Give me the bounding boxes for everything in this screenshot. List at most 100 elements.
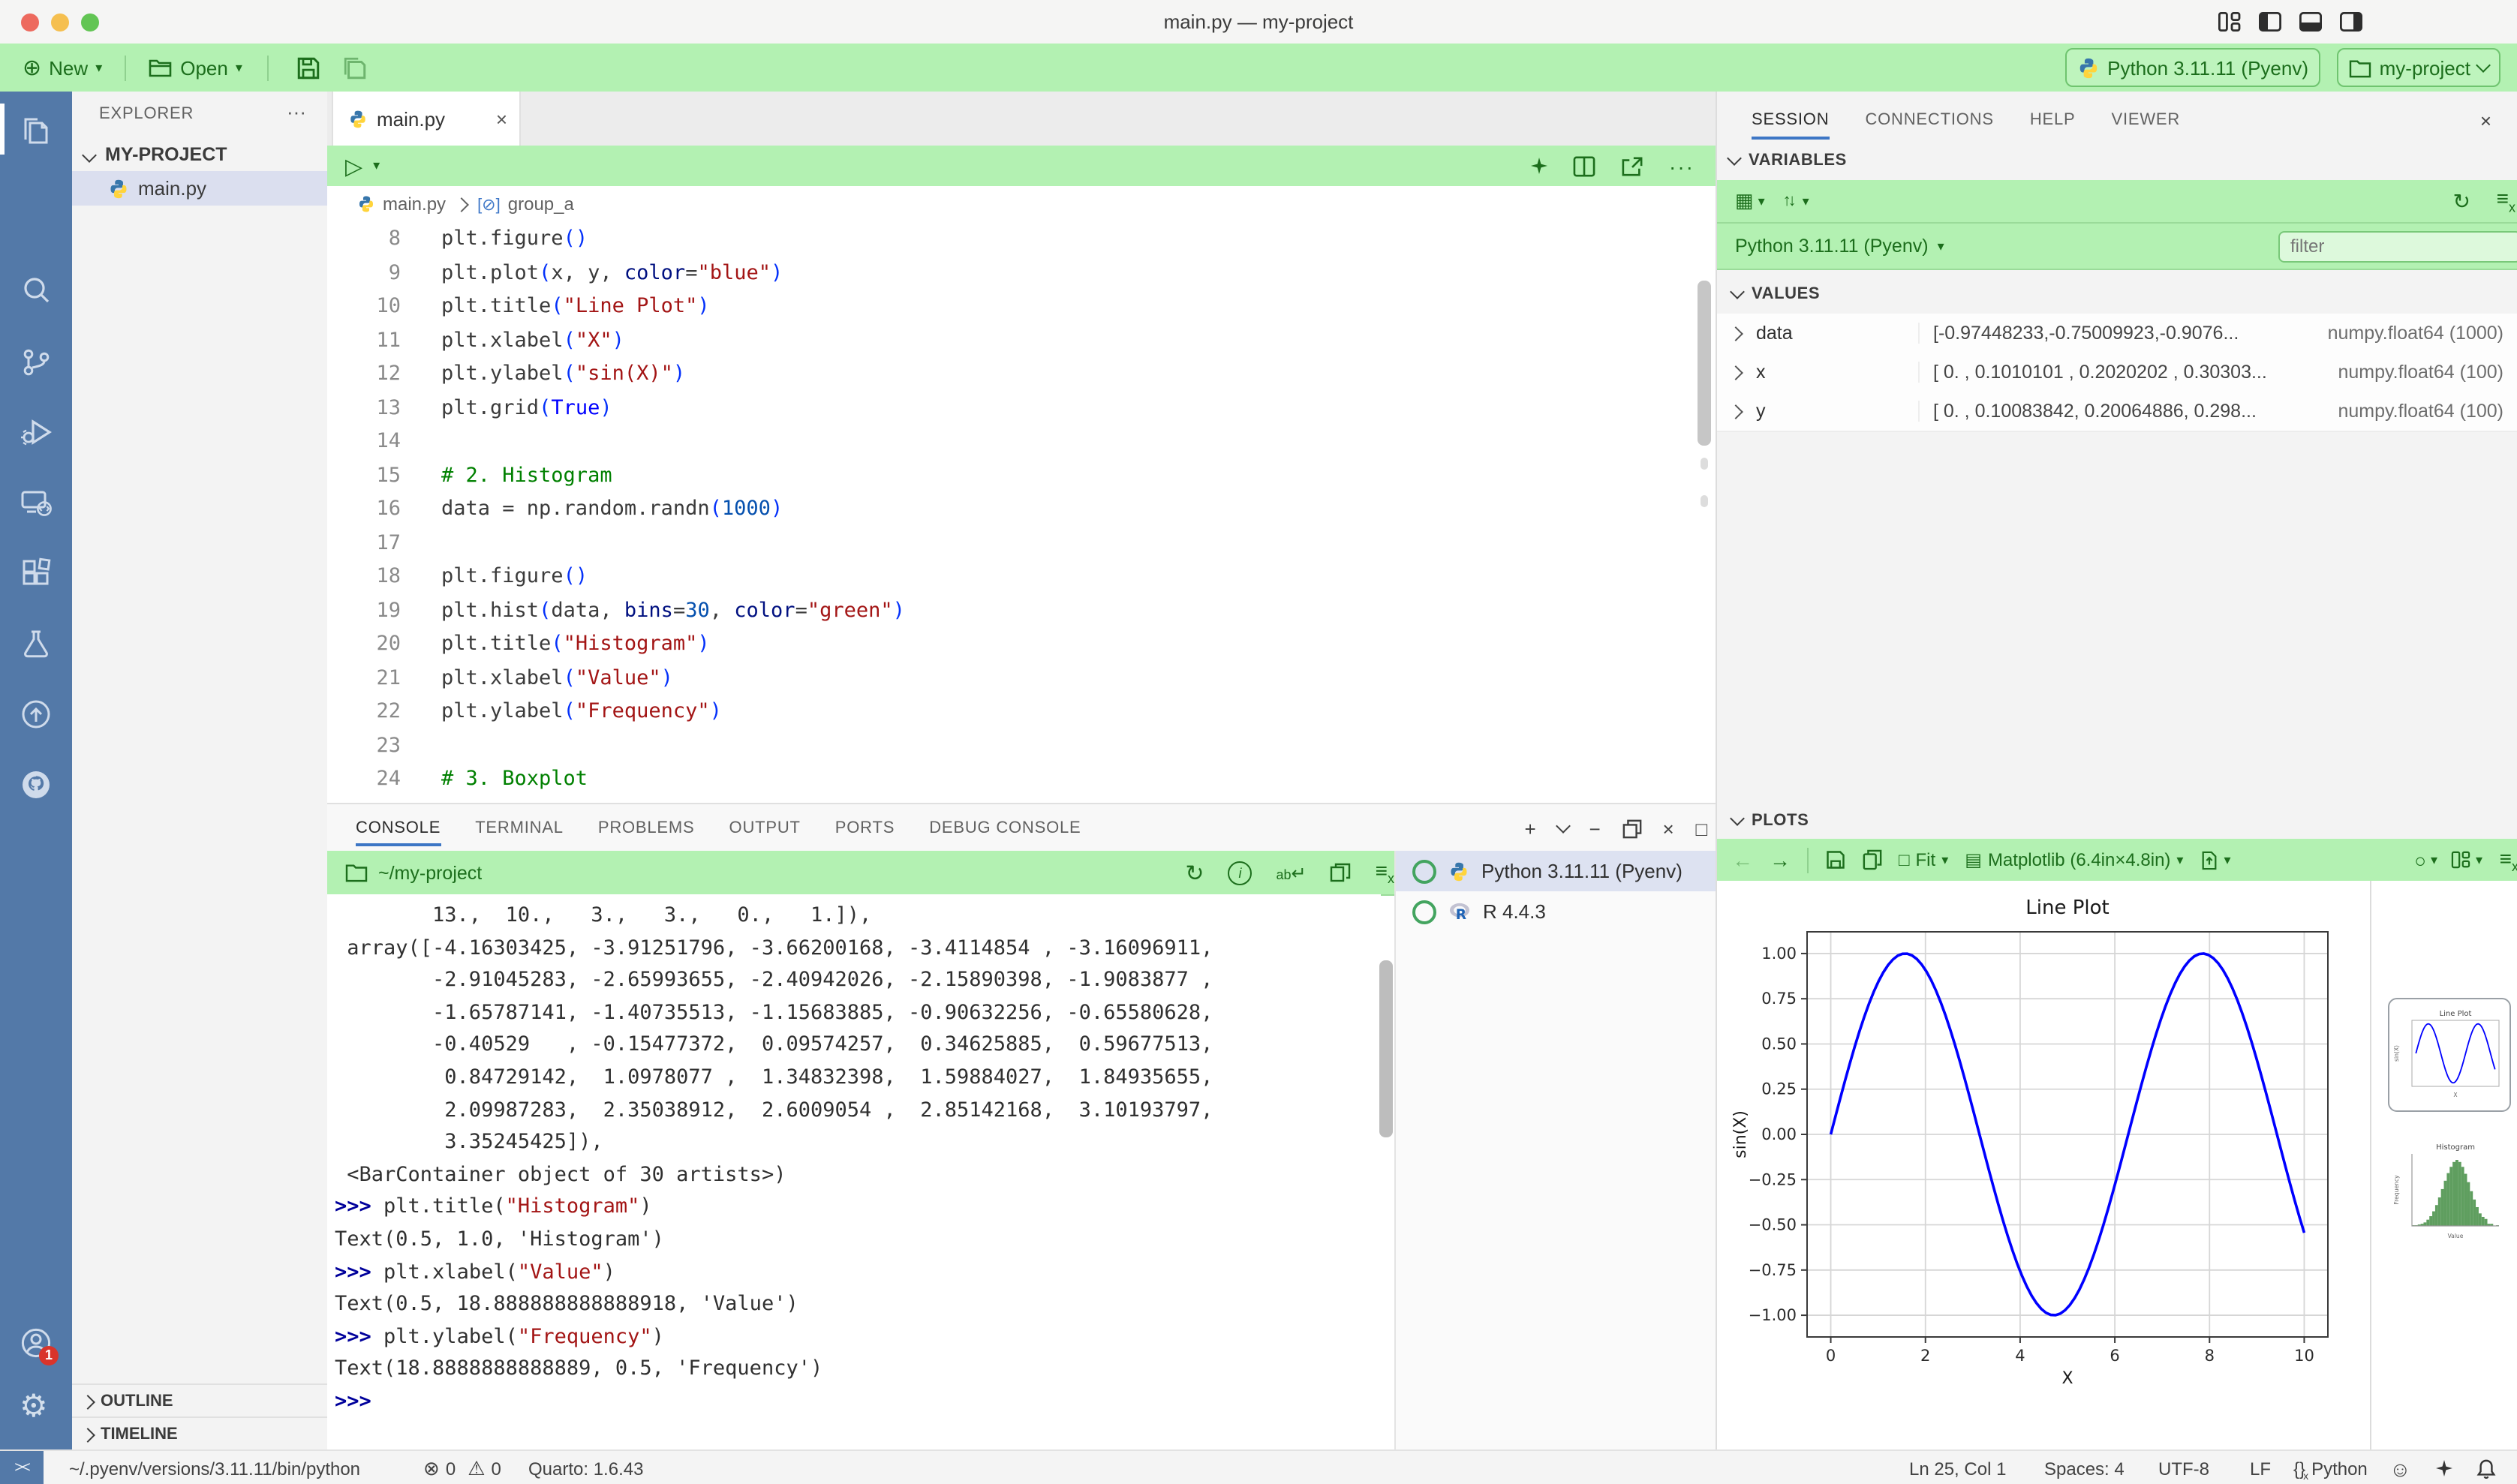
tab-help[interactable]: HELP (2030, 92, 2076, 149)
session-item-python[interactable]: Python 3.11.11 (Pyenv) (1396, 851, 1717, 891)
tab-main-py[interactable]: main.py × (332, 92, 521, 146)
editor-scrollbar[interactable] (1698, 281, 1711, 446)
clear-console-icon[interactable]: ≡x (1376, 858, 1394, 886)
github-icon[interactable] (20, 768, 53, 801)
testing-icon[interactable] (20, 627, 53, 660)
filter-input[interactable] (2278, 230, 2517, 262)
explorer-more-icon[interactable]: ··· (287, 101, 306, 123)
toggle-primary-sidebar-icon[interactable] (2259, 12, 2281, 32)
tab-session[interactable]: SESSION (1752, 92, 1829, 149)
sidebar-project-root[interactable]: MY-PROJECT (72, 138, 333, 171)
code-line[interactable]: 21plt.xlabel("Value") (327, 661, 1716, 695)
console-output[interactable]: 13., 10., 3., 3., 0., 1.]), array([-4.16… (327, 894, 1381, 1455)
code-editor[interactable]: 8plt.figure()9plt.plot(x, y, color="blue… (327, 222, 1716, 803)
interpreter-button[interactable]: Python 3.11.11 (Pyenv) (2065, 48, 2320, 87)
export-plot-button[interactable]: ▾ (2200, 850, 2230, 870)
explorer-icon[interactable] (20, 116, 53, 149)
next-plot-icon[interactable]: → (1770, 848, 1791, 872)
breadcrumb-file[interactable]: main.py (383, 194, 446, 215)
refresh-variables-icon[interactable]: ↻ (2453, 188, 2470, 214)
new-session-icon[interactable]: + (1524, 817, 1536, 840)
run-dropdown-icon[interactable]: ▾ (373, 158, 380, 174)
save-icon[interactable] (296, 55, 322, 80)
code-line[interactable]: 24# 3. Boxplot (327, 762, 1716, 796)
plot-thumbnail-line[interactable]: Line PlotXsin(X) (2388, 998, 2511, 1112)
close-side-panel-icon[interactable]: × (2480, 92, 2491, 149)
previous-plot-icon[interactable]: ← (1732, 848, 1753, 872)
code-line[interactable]: 17 (327, 526, 1716, 560)
publish-icon[interactable] (20, 698, 53, 731)
duplicate-console-icon[interactable] (1331, 863, 1352, 882)
status-cursor-position[interactable]: Ln 25, Col 1 (1909, 1451, 2006, 1484)
variables-section-header[interactable]: VARIABLES (1729, 152, 1847, 170)
runtime-selector[interactable]: Python 3.11.11 (Pyenv) (1735, 236, 1929, 257)
split-editor-icon[interactable] (1573, 155, 1595, 176)
status-eol[interactable]: LF (2250, 1451, 2271, 1484)
code-line[interactable]: 9plt.plot(x, y, color="blue") (327, 256, 1716, 290)
save-plot-icon[interactable] (1825, 849, 1846, 870)
code-line[interactable]: 15# 2. Histogram (327, 458, 1716, 492)
plot-thumbnail-histogram[interactable]: HistogramValueFrequency (2391, 1139, 2508, 1244)
tab-debug-console[interactable]: DEBUG CONSOLE (929, 804, 1081, 852)
timeline-section[interactable]: TIMELINE (72, 1416, 338, 1451)
notifications-bell-icon[interactable] (2476, 1451, 2496, 1484)
variable-row-y[interactable]: y [ 0. , 0.10083842, 0.20064886, 0.298..… (1717, 392, 2517, 432)
info-icon[interactable]: i (1228, 861, 1252, 885)
sparkle-icon[interactable] (2436, 1451, 2452, 1484)
maximize-panel-icon[interactable]: □ (1695, 817, 1708, 840)
code-line[interactable]: 16data = np.random.randn(1000) (327, 492, 1716, 526)
copy-plot-icon[interactable] (1863, 849, 1882, 870)
tab-problems[interactable]: PROBLEMS (598, 804, 695, 852)
session-item-r[interactable]: R R 4.4.3 (1396, 891, 1717, 932)
code-line[interactable]: 13plt.grid(True) (327, 391, 1716, 425)
code-line[interactable]: 10plt.title("Line Plot") (327, 290, 1716, 323)
project-button[interactable]: my-project (2338, 48, 2500, 87)
tab-connections[interactable]: CONNECTIONS (1865, 92, 1993, 149)
plot-layout-button[interactable]: ▾ (2452, 851, 2482, 869)
variable-row-x[interactable]: x [ 0. , 0.1010101 , 0.2020202 , 0.30303… (1717, 353, 2517, 393)
toggle-panel-icon[interactable] (2299, 12, 2322, 32)
editor-more-icon[interactable]: ··· (1669, 154, 1695, 178)
run-file-button[interactable]: ▷ (345, 152, 362, 179)
status-encoding[interactable]: UTF-8 (2158, 1451, 2209, 1484)
minimize-panel-icon[interactable]: − (1589, 817, 1601, 840)
status-interpreter-path[interactable]: ~/.pyenv/versions/3.11.11/bin/python (69, 1451, 360, 1484)
close-panel-icon[interactable]: × (1662, 817, 1674, 840)
status-quarto[interactable]: Quarto: 1.6.43 (528, 1451, 643, 1484)
code-line[interactable]: 22plt.ylabel("Frequency") (327, 695, 1716, 728)
outline-section[interactable]: OUTLINE (72, 1383, 338, 1418)
extensions-icon[interactable] (20, 557, 53, 590)
code-line[interactable]: 12plt.ylabel("sin(X)") (327, 357, 1716, 391)
toggle-secondary-sidebar-icon[interactable] (2340, 12, 2362, 32)
code-line[interactable]: 23 (327, 728, 1716, 762)
clear-variables-icon[interactable]: ≡x (2497, 187, 2515, 215)
sparkle-ai-icon[interactable] (1531, 158, 1547, 174)
status-indentation[interactable]: Spaces: 4 (2044, 1451, 2125, 1484)
run-debug-icon[interactable] (20, 416, 53, 449)
tab-ports[interactable]: PORTS (835, 804, 895, 852)
close-window-button[interactable] (21, 13, 39, 31)
tab-output[interactable]: OUTPUT (729, 804, 801, 852)
code-line[interactable]: 18plt.figure() (327, 560, 1716, 593)
restart-console-icon[interactable]: ↻ (1185, 859, 1204, 886)
settings-gear-icon[interactable]: ⚙ (20, 1391, 48, 1424)
values-section-header[interactable]: VALUES (1717, 275, 2517, 314)
plot-theme-button[interactable]: ○▾ (2414, 849, 2437, 871)
open-in-new-window-icon[interactable] (1621, 155, 1643, 176)
plots-section-header[interactable]: PLOTS (1717, 803, 2517, 839)
remote-indicator[interactable]: >< (0, 1451, 44, 1484)
code-line[interactable]: 19plt.hist(data, bins=30, color="green") (327, 593, 1716, 627)
tab-close-icon[interactable]: × (496, 107, 507, 130)
code-line[interactable]: 20plt.title("Histogram") (327, 627, 1716, 661)
code-line[interactable]: 11plt.xlabel("X") (327, 323, 1716, 357)
status-language[interactable]: {}x Python (2293, 1451, 2368, 1484)
source-control-icon[interactable] (20, 345, 53, 378)
remote-explorer-icon[interactable] (20, 486, 53, 519)
variables-sort-button[interactable]: ↑↓▾ (1783, 192, 1809, 210)
open-button[interactable]: Open ▾ (138, 50, 253, 86)
plot-size-button[interactable]: ▤Matplotlib (6.4in×4.8in)▾ (1965, 849, 2183, 870)
zoom-fit-button[interactable]: □Fit▾ (1899, 849, 1948, 870)
code-line[interactable]: 14 (327, 425, 1716, 458)
new-session-dropdown-icon[interactable] (1556, 819, 1571, 834)
restore-panel-icon[interactable] (1622, 819, 1641, 838)
